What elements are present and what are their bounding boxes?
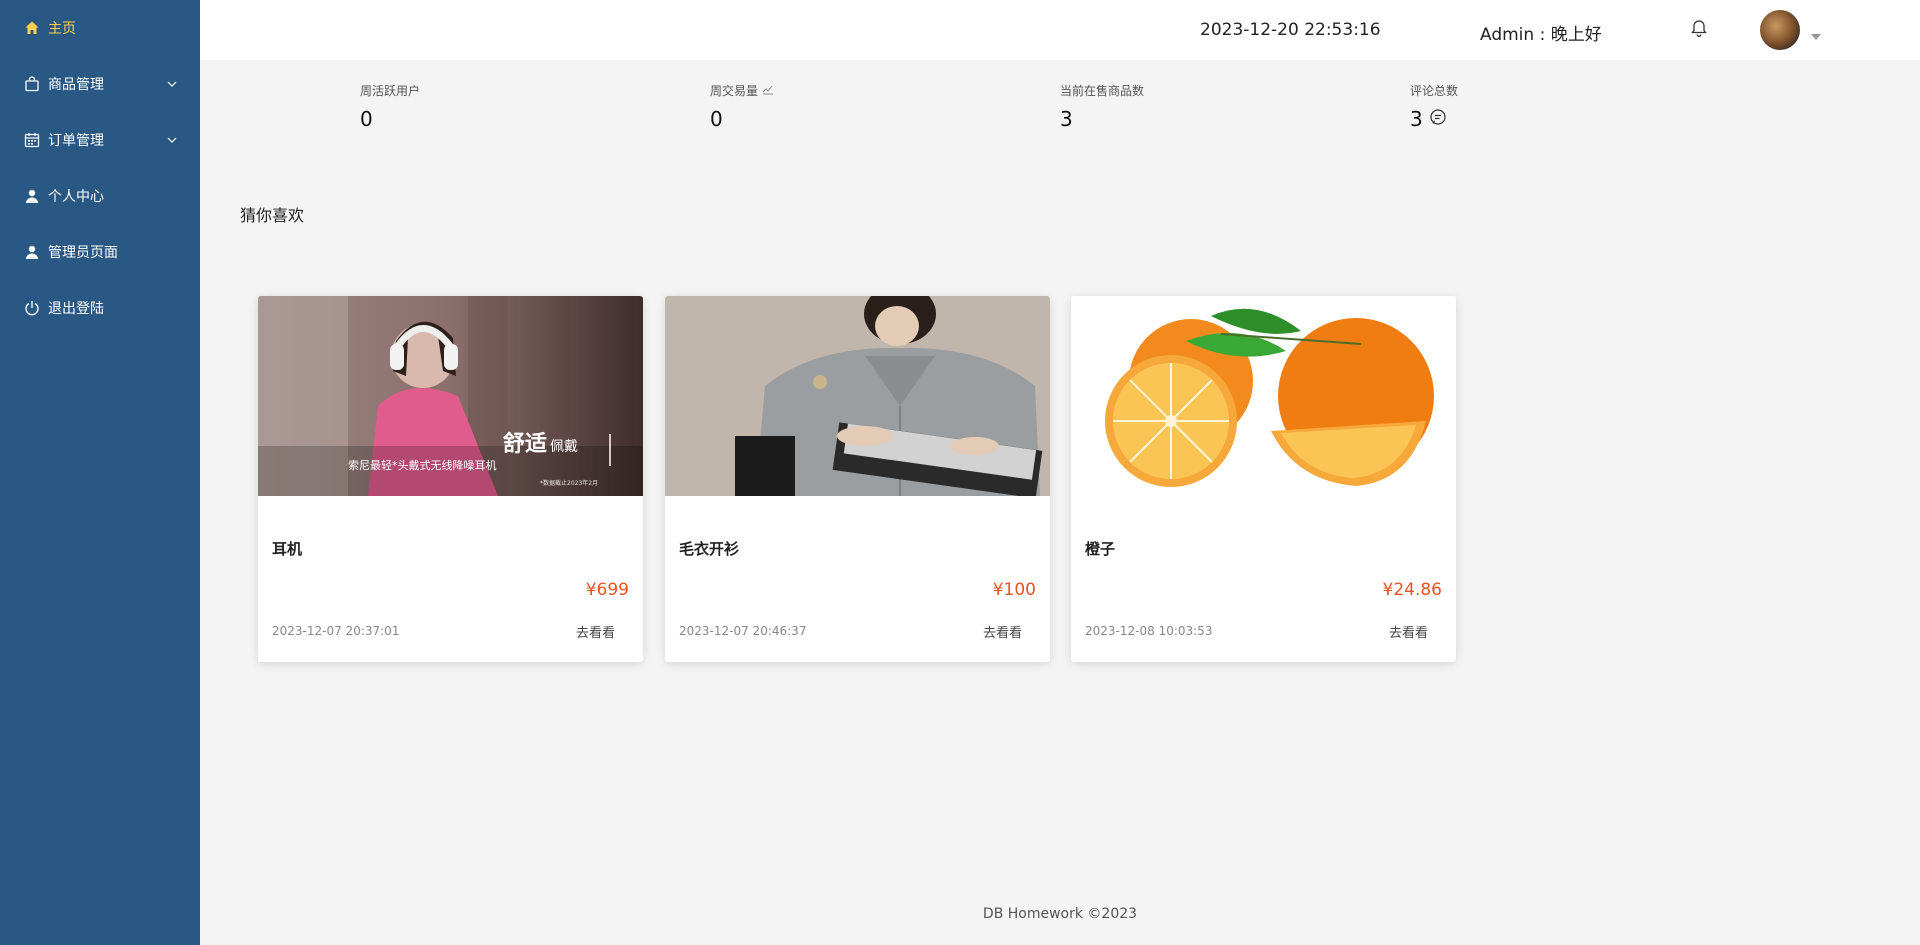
footer: DB Homework ©2023 — [982, 906, 1138, 922]
top-header: 2023-12-20 22:53:16 Admin : 晚上好 — [200, 0, 1920, 60]
sidebar-item-label: 退出登陆 — [48, 301, 104, 317]
stat-label: 当前在售商品数 — [1060, 83, 1145, 98]
stat-value-row: 3 — [1410, 106, 1660, 132]
view-link[interactable]: 去看看 — [1389, 622, 1428, 641]
stat-value: 3 — [1410, 107, 1423, 131]
product-price: ¥100 — [992, 580, 1036, 600]
product-image — [1071, 296, 1456, 496]
product-image — [665, 296, 1050, 496]
admin-greeting: Admin : 晚上好 — [1480, 25, 1602, 45]
product-time: 2023-12-07 20:37:01 — [272, 624, 400, 638]
bell-icon[interactable] — [1690, 18, 1708, 38]
stat-products-on-sale: 当前在售商品数 3 — [1060, 82, 1310, 132]
view-link[interactable]: 去看看 — [576, 622, 615, 641]
product-card[interactable]: 毛衣开衫 ¥100 2023-12-07 20:46:37 去看看 — [665, 296, 1050, 662]
calendar-icon — [24, 132, 40, 148]
sidebar: 主页 商品管理 订单管理 个人中心 管理员页面 退出登陆 — [0, 0, 200, 945]
image-headline: 舒适 — [503, 431, 547, 457]
stat-weekly-transactions: 周交易量 0 — [710, 82, 960, 132]
sidebar-item-personal-center[interactable]: 个人中心 — [0, 168, 200, 224]
sidebar-item-label: 商品管理 — [48, 77, 104, 93]
stat-value: 0 — [710, 107, 723, 131]
sidebar-item-label: 个人中心 — [48, 189, 104, 205]
product-name: 耳机 — [272, 540, 303, 558]
sidebar-item-home[interactable]: 主页 — [0, 0, 200, 56]
product-time: 2023-12-08 10:03:53 — [1085, 624, 1213, 638]
sidebar-item-label: 管理员页面 — [48, 245, 118, 261]
stat-value: 0 — [360, 107, 373, 131]
avatar[interactable] — [1760, 10, 1800, 50]
product-price: ¥24.86 — [1382, 580, 1442, 600]
product-name: 橙子 — [1085, 540, 1116, 558]
sidebar-item-logout[interactable]: 退出登陆 — [0, 280, 200, 336]
product-card[interactable]: 橙子 ¥24.86 2023-12-08 10:03:53 去看看 — [1071, 296, 1456, 662]
image-headline-sub: 佩戴 — [550, 439, 578, 455]
image-note: *数据截止2023年2月 — [540, 479, 598, 487]
product-image: 舒适 佩戴 索尼最轻*头戴式无线降噪耳机 *数据截止2023年2月 — [258, 296, 643, 496]
stat-total-comments: 评论总数 3 — [1410, 82, 1660, 132]
product-time: 2023-12-07 20:46:37 — [679, 624, 807, 638]
sidebar-item-label: 主页 — [48, 21, 76, 37]
trend-icon — [762, 83, 774, 98]
product-card[interactable]: 舒适 佩戴 索尼最轻*头戴式无线降噪耳机 *数据截止2023年2月 耳机 ¥69… — [258, 296, 643, 662]
caret-down-icon[interactable] — [1811, 26, 1821, 40]
current-datetime: 2023-12-20 22:53:16 — [1200, 20, 1381, 40]
bag-icon — [24, 76, 40, 92]
comment-icon — [1429, 107, 1447, 131]
user-icon — [24, 244, 40, 260]
section-title: 猜你喜欢 — [240, 206, 305, 225]
stat-value: 3 — [1060, 107, 1073, 131]
product-price: ¥699 — [585, 580, 629, 600]
image-tagline: 索尼最轻*头戴式无线降噪耳机 — [348, 458, 497, 472]
chevron-down-icon — [166, 78, 178, 90]
power-icon — [24, 300, 40, 316]
home-icon — [24, 20, 40, 36]
sidebar-item-label: 订单管理 — [48, 133, 104, 149]
chevron-down-icon — [166, 134, 178, 146]
user-icon — [24, 188, 40, 204]
sidebar-item-product-management[interactable]: 商品管理 — [0, 56, 200, 112]
stat-label: 评论总数 — [1410, 83, 1459, 98]
sidebar-item-order-management[interactable]: 订单管理 — [0, 112, 200, 168]
sidebar-item-admin-page[interactable]: 管理员页面 — [0, 224, 200, 280]
stat-label: 周交易量 — [710, 83, 759, 98]
view-link[interactable]: 去看看 — [983, 622, 1022, 641]
stat-label-row: 周交易量 — [710, 82, 960, 98]
product-name: 毛衣开衫 — [679, 540, 740, 558]
stat-weekly-active-users: 周活跃用户 0 — [360, 82, 610, 132]
stat-label: 周活跃用户 — [360, 83, 421, 98]
